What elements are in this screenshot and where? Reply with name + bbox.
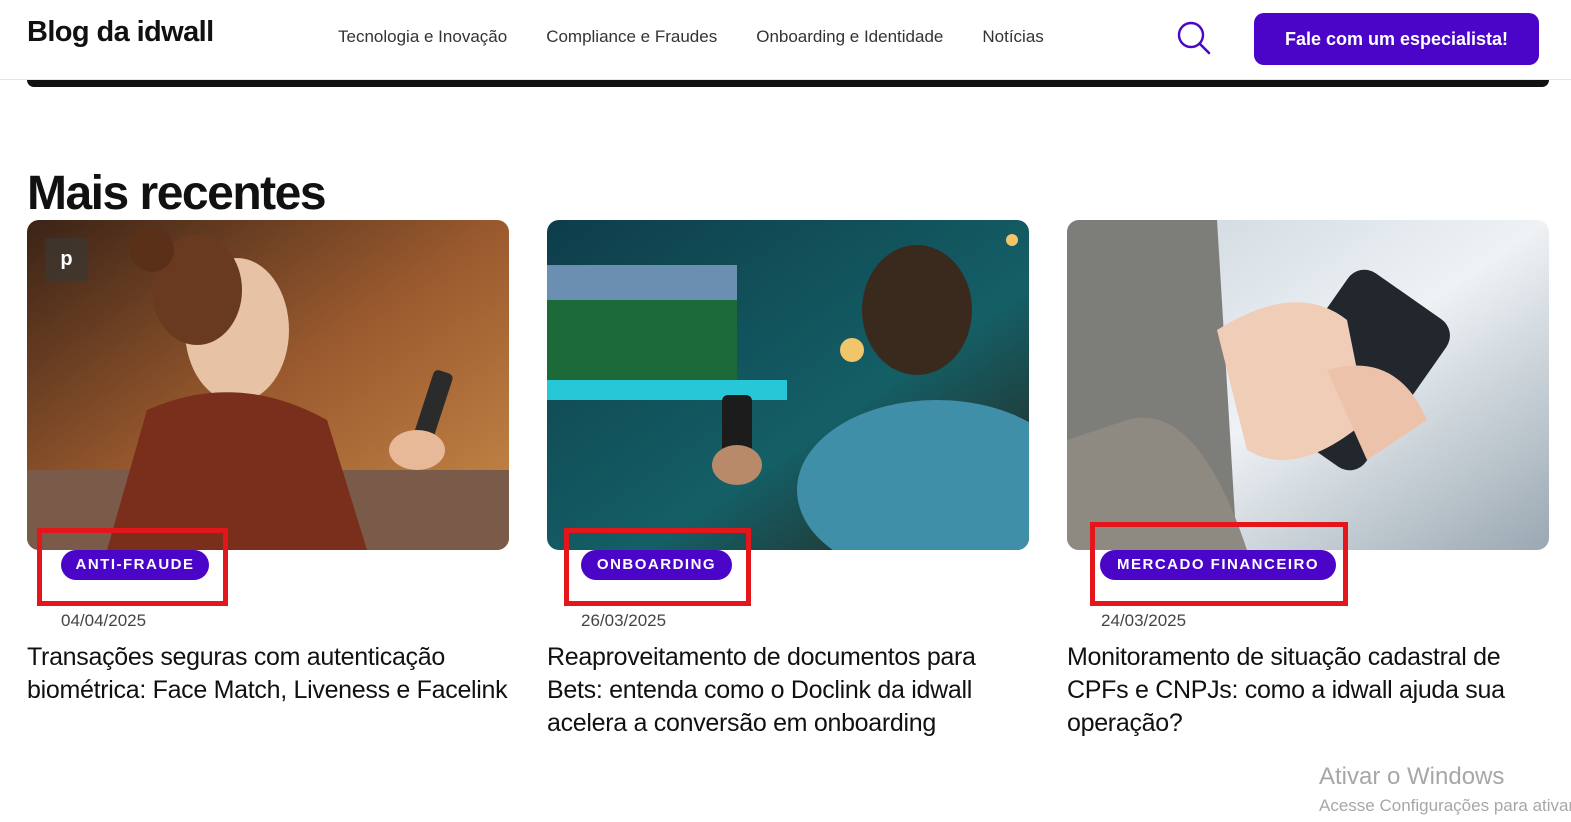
activation-watermark-text: Acesse Configurações para ativar (1319, 796, 1571, 815)
category-tag[interactable]: ANTI-FRAUDE (61, 550, 209, 580)
post-date: 24/03/2025 (1101, 611, 1187, 630)
category-tag[interactable]: ONBOARDING (581, 550, 732, 580)
post-image-bets[interactable] (547, 220, 1029, 550)
post-title[interactable]: Monitoramento de situação cadastral de C… (1067, 641, 1549, 740)
main-nav: Tecnologia e Inovação Compliance e Fraud… (338, 27, 1083, 47)
post-image-cpf-cnpj[interactable] (1067, 220, 1549, 550)
post-card[interactable] (547, 220, 1029, 550)
post-title[interactable]: Reaproveitamento de documentos para Bets… (547, 641, 1029, 740)
nav-item-onboarding[interactable]: Onboarding e Identidade (756, 27, 943, 47)
post-image-biometric[interactable]: p (27, 220, 509, 550)
post-date: 26/03/2025 (581, 611, 667, 630)
post-title[interactable]: Transações seguras com autenticação biom… (27, 641, 509, 707)
talk-to-specialist-button[interactable]: Fale com um especialista! (1254, 13, 1539, 65)
post-card[interactable] (1067, 220, 1549, 550)
section-title: Mais recentes (27, 167, 327, 220)
nav-item-tecnologia[interactable]: Tecnologia e Inovação (338, 27, 507, 47)
post-date: 04/04/2025 (61, 611, 147, 630)
activation-watermark-title: Ativar o Windows (1319, 763, 1505, 790)
hero-banner-bottom (27, 80, 1549, 87)
search-icon[interactable] (1176, 20, 1212, 56)
blog-logo[interactable]: Blog da idwall (27, 16, 214, 49)
nav-item-noticias[interactable]: Notícias (982, 27, 1043, 47)
category-tag[interactable]: MERCADO FINANCEIRO (1100, 550, 1336, 580)
pinterest-icon[interactable]: p (45, 238, 88, 281)
nav-item-compliance[interactable]: Compliance e Fraudes (546, 27, 717, 47)
site-header: Blog da idwall Tecnologia e Inovação Com… (0, 0, 1571, 80)
post-card[interactable]: p (27, 220, 509, 550)
